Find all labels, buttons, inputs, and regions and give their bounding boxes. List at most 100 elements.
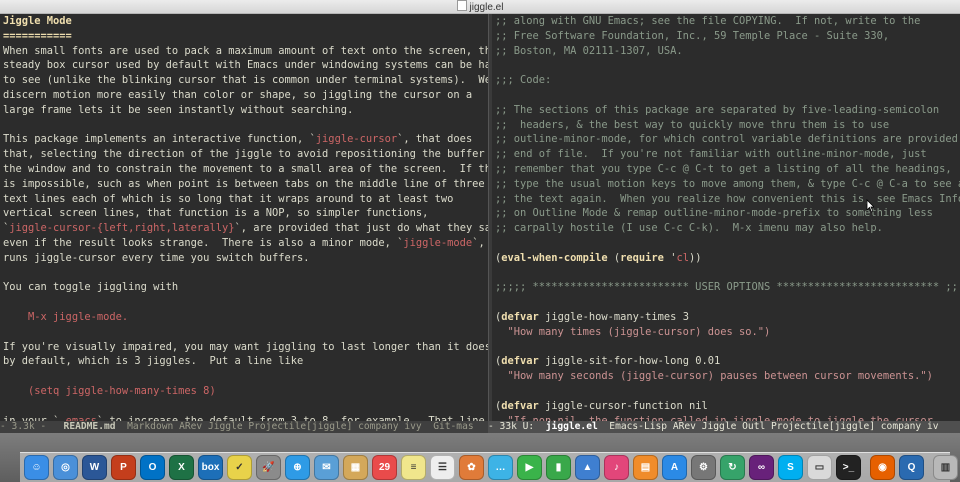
ibooks-icon[interactable]: ▤ — [633, 455, 658, 480]
text-line: the window and to constrain the movement… — [3, 162, 488, 175]
text-line: Jiggle Mode — [3, 15, 72, 27]
text-line: ;; carpally hostile (I use C-c C-k). M-x… — [495, 222, 883, 235]
text-line: (eval-when-compile (require 'cl)) — [495, 251, 702, 264]
word-icon[interactable]: W — [82, 455, 107, 480]
appstore-icon[interactable]: A — [662, 455, 687, 480]
text-line: by default, which is 3 jiggles. Put a li… — [3, 355, 304, 368]
modeline-right-buffer-name[interactable]: jiggle.el — [546, 421, 598, 432]
text-line: ;; Boston, MA 02111-1307, USA. — [495, 44, 683, 57]
finder-icon[interactable]: ☺ — [24, 455, 49, 480]
box-icon[interactable]: box — [198, 455, 223, 480]
text-line: M-x jiggle-mode. — [3, 310, 129, 323]
dock: ☺ ◎ W P O Xbox ✓ 🚀 ⊕ ✉ ▦ 29 ≡ ☰ ✿… ▶ ▮ ▲ ♪ ▤ A ⚙ ↻ ∞ S ▭ >_ ◉ Q ▥ — [20, 452, 958, 482]
itunes-icon[interactable]: ♪ — [604, 455, 629, 480]
text-line: ;; Free Software Foundation, Inc., 59 Te… — [495, 29, 890, 42]
text-line: steady box cursor used by default with E… — [3, 59, 488, 72]
document-icon — [456, 0, 467, 11]
numbers-icon[interactable]: ▮ — [546, 455, 571, 480]
system-preferences-icon[interactable]: ⚙ — [691, 455, 716, 480]
text-line: `jiggle-cursor-{left,right,laterally}`, … — [3, 222, 488, 235]
text-line: ;; type the usual motion keys to move am… — [495, 177, 960, 190]
text-line: text lines each of which is so long that… — [3, 192, 454, 205]
text-line — [495, 340, 960, 355]
text-line: ;;;;; ************************* USER OPT… — [495, 281, 960, 294]
text-line: =========== — [3, 29, 72, 42]
terminal-icon[interactable]: >_ — [836, 455, 861, 480]
text-line: (defvar jiggle-cursor-function nil — [495, 399, 708, 412]
powerpoint-icon[interactable]: P — [111, 455, 136, 480]
keynote-icon[interactable]: ▲ — [575, 455, 600, 480]
trello-icon[interactable]: ▭ — [807, 455, 832, 480]
text-line: ;; remember that you type C-c @ C-t to g… — [495, 162, 952, 175]
text-line: that, selecting the direction of the jig… — [3, 148, 488, 161]
launchpad-icon[interactable]: 🚀 — [256, 455, 281, 480]
outlook-icon[interactable]: O — [140, 455, 165, 480]
facetime-icon[interactable]: ▶ — [517, 455, 542, 480]
text-line: (defvar jiggle-how-many-times 3 — [495, 310, 689, 323]
text-line — [3, 118, 488, 133]
omnifocus-icon[interactable]: ✓ — [227, 455, 252, 480]
calendar-icon[interactable]: 29 — [372, 455, 397, 480]
text-line: This package implements an interactive f… — [3, 133, 473, 146]
text-line — [495, 295, 960, 310]
text-line: "How many times (jiggle-cursor) does so.… — [495, 325, 771, 338]
text-line: ;; The sections of this package are sepa… — [495, 103, 940, 116]
mouse-pointer-icon — [866, 199, 874, 213]
text-line — [495, 236, 960, 251]
text-line — [495, 88, 960, 103]
quicktime-icon[interactable]: Q — [899, 455, 924, 480]
modeline-left-buffer-name[interactable]: README.md — [64, 421, 116, 432]
trash-icon[interactable]: ▥ — [933, 455, 958, 480]
text-line — [495, 384, 960, 399]
chrome-icon[interactable]: ◎ — [53, 455, 78, 480]
window-title: jiggle.el — [469, 2, 504, 13]
messages-icon[interactable]: … — [488, 455, 513, 480]
text-line: (defvar jiggle-sit-for-how-long 0.01 — [495, 355, 721, 368]
modeline-right: - 33k U: jiggle.el Emacs-Lisp ARev Jiggl… — [488, 421, 960, 433]
text-line: ;; along with GNU Emacs; see the file CO… — [495, 15, 921, 27]
notes-icon[interactable]: ▦ — [343, 455, 368, 480]
text-line: "If non-nil, the function called in jigg… — [495, 414, 940, 421]
text-line: If you're visually impaired, you may wan… — [3, 340, 488, 353]
text-line: (setq jiggle-how-many-times 8) — [3, 384, 216, 397]
text-line — [3, 369, 488, 384]
stickies-icon[interactable]: ≡ — [401, 455, 426, 480]
text-line — [495, 266, 960, 281]
text-line: vertical screen lines, that function is … — [3, 207, 429, 220]
text-line — [3, 266, 488, 281]
text-line: is impossible, such as when point is bet… — [3, 177, 485, 190]
text-line: discern motion more easily than color or… — [3, 88, 473, 101]
safari-icon[interactable]: ⊕ — [285, 455, 310, 480]
modeline-right-size: - 33k U: — [488, 421, 546, 432]
text-line: "How many seconds (jiggle-cursor) pauses… — [495, 370, 933, 383]
text-line: ;; the text again. When you realize how … — [495, 192, 960, 205]
text-line — [495, 58, 960, 73]
window-title-area: jiggle.el — [0, 0, 960, 14]
excel-icon[interactable]: X — [169, 455, 194, 480]
text-line: You can toggle jiggling with — [3, 281, 179, 294]
text-line: ;; on Outline Mode & remap outline-minor… — [495, 207, 933, 220]
text-line: ;;; Code: — [495, 74, 552, 87]
modeline-right-modes: Emacs-Lisp ARev Jiggle Outl Projectile[j… — [597, 421, 939, 432]
skype-icon[interactable]: S — [778, 455, 803, 480]
reminders-icon[interactable]: ☰ — [430, 455, 455, 480]
vpn-icon[interactable]: ↻ — [720, 455, 745, 480]
text-line — [3, 399, 488, 414]
firefox-icon[interactable]: ◉ — [870, 455, 895, 480]
readme-buffer-pane[interactable]: Jiggle Mode =========== When small fonts a… — [0, 14, 488, 421]
text-line: When small fonts are used to pack a maxi… — [3, 44, 488, 57]
mail-icon[interactable]: ✉ — [314, 455, 339, 480]
window-titlebar[interactable]: jiggle.el — [0, 0, 960, 14]
text-line: in your `.emacs` to increase the default… — [3, 414, 485, 421]
text-line: even if the result looks strange. There … — [3, 236, 485, 249]
text-line: to see (unlike the blinking cursor that … — [3, 74, 488, 87]
photos-icon[interactable]: ✿ — [459, 455, 484, 480]
text-line — [3, 325, 488, 340]
modeline-left: - 3.3k - README.md Markdown ARev Jiggle … — [0, 421, 488, 433]
visual-studio-icon[interactable]: ∞ — [749, 455, 774, 480]
jiggle-el-buffer-pane[interactable]: ;; along with GNU Emacs; see the file CO… — [492, 14, 960, 421]
text-line: large frame lets it be seen instantly wi… — [3, 103, 354, 116]
text-line: ;; outline-minor-mode, for which control… — [495, 133, 960, 146]
text-line: ;; end of file. If you're not familiar w… — [495, 148, 927, 161]
text-line: runs jiggle-cursor every time you switch… — [3, 251, 310, 264]
